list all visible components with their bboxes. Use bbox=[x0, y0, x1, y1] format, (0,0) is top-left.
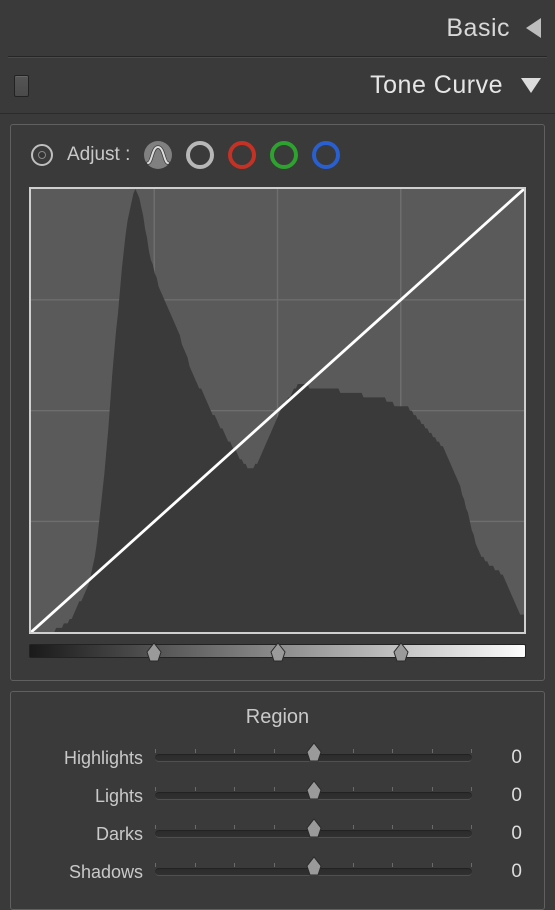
basic-panel-label: Basic bbox=[446, 14, 510, 43]
tone-range-strip[interactable] bbox=[29, 644, 526, 658]
slider-value: 0 bbox=[484, 785, 522, 807]
slider-value: 0 bbox=[484, 747, 522, 769]
adjust-label: Adjust : bbox=[67, 144, 130, 166]
channel-red-button[interactable] bbox=[226, 139, 258, 171]
collapse-left-icon bbox=[526, 18, 541, 38]
tone-curve-panel-label: Tone Curve bbox=[370, 71, 503, 100]
parametric-curve-icon bbox=[142, 139, 174, 171]
highlights-slider[interactable] bbox=[155, 747, 472, 769]
slider-label: Highlights bbox=[33, 748, 143, 769]
targeted-adjustment-tool[interactable] bbox=[31, 144, 53, 166]
channel-luminance-button[interactable] bbox=[184, 139, 216, 171]
circle-icon bbox=[228, 141, 256, 169]
circle-icon bbox=[186, 141, 214, 169]
slider-row-shadows: Shadows 0 bbox=[33, 853, 522, 891]
basic-panel-header[interactable]: Basic bbox=[0, 0, 555, 56]
circle-icon bbox=[270, 141, 298, 169]
slider-thumb[interactable] bbox=[304, 817, 324, 839]
range-split-highlight[interactable] bbox=[391, 641, 411, 663]
slider-value: 0 bbox=[484, 861, 522, 883]
expand-down-icon bbox=[521, 78, 541, 93]
range-split-mid[interactable] bbox=[268, 641, 288, 663]
slider-label: Shadows bbox=[33, 862, 143, 883]
channel-blue-button[interactable] bbox=[310, 139, 342, 171]
lights-slider[interactable] bbox=[155, 785, 472, 807]
panel-toggle-switch[interactable] bbox=[14, 75, 29, 97]
slider-row-darks: Darks 0 bbox=[33, 815, 522, 853]
darks-slider[interactable] bbox=[155, 823, 472, 845]
adjust-channel-row: Adjust : bbox=[29, 139, 526, 181]
shadows-slider[interactable] bbox=[155, 861, 472, 883]
slider-thumb[interactable] bbox=[304, 855, 324, 877]
region-title: Region bbox=[33, 706, 522, 729]
tone-curve-panel-body: Adjust : bbox=[10, 124, 545, 681]
slider-label: Darks bbox=[33, 824, 143, 845]
target-dot-icon bbox=[38, 151, 46, 159]
tone-curve-panel-header[interactable]: Tone Curve bbox=[0, 58, 555, 114]
channel-parametric-button[interactable] bbox=[142, 139, 174, 171]
slider-value: 0 bbox=[484, 823, 522, 845]
channel-green-button[interactable] bbox=[268, 139, 300, 171]
slider-thumb[interactable] bbox=[304, 741, 324, 763]
develop-right-panel: { "header": { "basic_label": "Basic", "t… bbox=[0, 0, 555, 898]
curve-line bbox=[31, 189, 524, 632]
tone-curve-graph[interactable] bbox=[29, 187, 526, 634]
slider-thumb[interactable] bbox=[304, 779, 324, 801]
slider-row-lights: Lights 0 bbox=[33, 777, 522, 815]
region-panel: Region Highlights 0 Lights 0 Darks 0 Shadows 0 bbox=[10, 691, 545, 910]
range-split-shadow[interactable] bbox=[144, 641, 164, 663]
circle-icon bbox=[312, 141, 340, 169]
slider-label: Lights bbox=[33, 786, 143, 807]
slider-row-highlights: Highlights 0 bbox=[33, 739, 522, 777]
